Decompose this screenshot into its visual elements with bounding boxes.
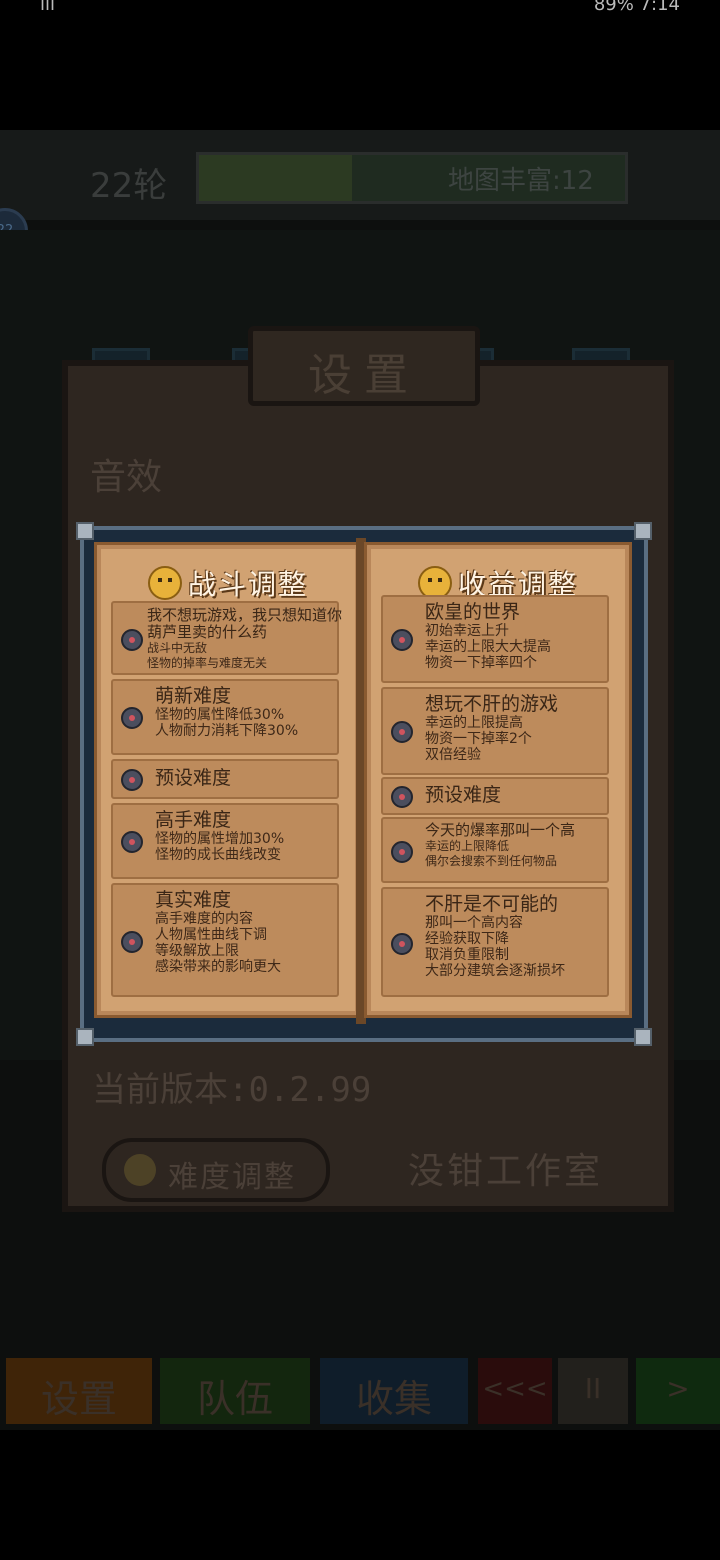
sound-effects-label: 音效 — [90, 457, 163, 498]
difficulty-book: 战斗调整 我不想玩游戏，我只想知道你葫芦里卖的什么药 战斗中无敌 怪物的掉率与难… — [76, 522, 652, 1046]
option-desc: 大部分建筑会逐渐损坏 — [425, 963, 565, 979]
option-title: 欧皇的世界 — [425, 601, 521, 623]
option-radio-icon — [391, 629, 413, 651]
option-title: 今天的爆率那叫一个高 — [425, 821, 576, 839]
play-icon: > — [666, 1372, 690, 1405]
nav-collect-label: 收集 — [355, 1377, 432, 1421]
option-lucky-world[interactable]: 欧皇的世界 初始幸运上升 幸运的上限大大提高 物资一下掉率四个 — [381, 595, 609, 683]
pause-button[interactable]: II — [558, 1358, 628, 1424]
combat-adjust-title: 战斗调整 — [187, 568, 308, 601]
nav-settings-button[interactable]: 设置 — [6, 1358, 152, 1424]
option-radio-icon — [391, 933, 413, 955]
option-title: 高手难度 — [155, 809, 232, 831]
option-expert[interactable]: 高手难度 怪物的属性增加30% 怪物的成长曲线改变 — [111, 803, 339, 879]
option-invincible[interactable]: 我不想玩游戏，我只想知道你葫芦里卖的什么药 战斗中无敌 怪物的掉率与难度无关 — [111, 601, 342, 675]
option-radio-icon — [391, 841, 413, 863]
option-desc: 幸运的上限大大提高 — [425, 639, 551, 655]
option-casual[interactable]: 想玩不肝的游戏 幸运的上限提高 物资一下掉率2个 双倍经验 — [381, 687, 609, 775]
option-desc: 人物属性曲线下调 — [155, 927, 267, 943]
hud-bar: 22轮 地图丰富:12 — [0, 130, 720, 220]
combat-adjust-header: 战斗调整 — [97, 563, 359, 603]
option-desc: 战斗中无敌 — [147, 641, 208, 655]
battery-time: 89% 7:14 — [593, 0, 680, 15]
option-title: 萌新难度 — [155, 685, 232, 707]
option-desc: 感染带来的影响更大 — [155, 959, 281, 975]
difficulty-adjust-button[interactable]: 难度调整 — [102, 1138, 330, 1202]
option-desc: 人物耐力消耗下降30% — [155, 723, 299, 739]
option-title: 预设难度 — [155, 767, 232, 789]
option-desc: 物资一下掉率四个 — [425, 655, 537, 671]
nav-team-button[interactable]: 队伍 — [160, 1358, 310, 1424]
option-radio-icon — [121, 931, 143, 953]
option-desc: 高手难度的内容 — [155, 911, 253, 927]
richness-label: 地图丰富:12 — [448, 166, 594, 196]
settings-title: 设置 — [308, 350, 420, 401]
nav-team-label: 队伍 — [196, 1377, 273, 1421]
option-desc: 双倍经验 — [425, 747, 481, 763]
option-realistic[interactable]: 真实难度 高手难度的内容 人物属性曲线下调 等级解放上限 感染带来的影响更大 — [111, 883, 339, 997]
option-desc: 怪物的成长曲线改变 — [155, 847, 281, 863]
play-button[interactable]: > — [636, 1358, 720, 1424]
option-radio-icon — [391, 721, 413, 743]
rewind-button[interactable]: <<< — [478, 1358, 552, 1424]
status-bar: ıll 89% 7:14 — [0, 0, 720, 20]
option-desc: 取消负重限制 — [425, 947, 509, 963]
option-desc: 那叫一个高内容 — [425, 915, 523, 931]
nav-collect-button[interactable]: 收集 — [320, 1358, 468, 1424]
corner-rivet — [76, 1028, 94, 1046]
option-radio-icon — [121, 831, 143, 853]
option-desc: 等级解放上限 — [155, 943, 239, 959]
signal-indicator: ıll — [40, 0, 56, 15]
option-newbie[interactable]: 萌新难度 怪物的属性降低30% 人物耐力消耗下降30% — [111, 679, 339, 755]
option-desc: 幸运的上限提高 — [425, 715, 523, 731]
option-title: 我不想玩游戏，我只想知道你葫芦里卖的什么药 — [147, 606, 343, 641]
option-desc: 物资一下掉率2个 — [425, 731, 532, 747]
corner-rivet — [76, 522, 94, 540]
smiley-icon — [124, 1154, 156, 1186]
corner-rivet — [634, 522, 652, 540]
studio-name: 没钳工作室 — [408, 1151, 604, 1192]
option-hardcore[interactable]: 不肝是不可能的 那叫一个高内容 经验获取下降 取消负重限制 大部分建筑会逐渐损坏 — [381, 887, 609, 997]
combat-adjust-page: 战斗调整 我不想玩游戏，我只想知道你葫芦里卖的什么药 战斗中无敌 怪物的掉率与难… — [94, 542, 362, 1018]
difficulty-adjust-label: 难度调整 — [168, 1160, 296, 1195]
option-desc: 怪物的掉率与难度无关 — [147, 656, 268, 670]
grimace-emoji-icon — [147, 566, 182, 600]
option-title: 不肝是不可能的 — [425, 893, 559, 915]
option-preset[interactable]: 预设难度 — [111, 759, 339, 799]
option-preset-income[interactable]: 预设难度 — [381, 777, 609, 815]
round-counter: 22轮 — [90, 166, 168, 206]
option-desc: 初始幸运上升 — [425, 623, 509, 639]
option-title: 预设难度 — [425, 784, 502, 806]
option-title: 想玩不肝的游戏 — [425, 693, 559, 715]
option-radio-icon — [121, 629, 143, 651]
pause-icon: II — [584, 1372, 602, 1405]
option-desc: 怪物的属性增加30% — [155, 831, 285, 847]
version-label: 当前版本:0.2.99 — [92, 1070, 372, 1110]
option-radio-icon — [121, 707, 143, 729]
rewind-icon: <<< — [482, 1374, 548, 1404]
income-adjust-page: 收益调整 欧皇的世界 初始幸运上升 幸运的上限大大提高 物资一下掉率四个 想玩不… — [364, 542, 632, 1018]
option-desc: 怪物的属性降低30% — [155, 707, 285, 723]
option-radio-icon — [121, 769, 143, 791]
option-desc: 偶尔会搜索不到任何物品 — [425, 854, 558, 868]
nav-settings-label: 设置 — [40, 1377, 117, 1421]
settings-title-plate: 设置 — [248, 326, 480, 406]
option-desc: 幸运的上限降低 — [425, 839, 510, 853]
option-high-droprate[interactable]: 今天的爆率那叫一个高 幸运的上限降低 偶尔会搜索不到任何物品 — [381, 817, 609, 883]
corner-rivet — [634, 1028, 652, 1046]
option-title: 真实难度 — [155, 889, 232, 911]
option-desc: 经验获取下降 — [425, 931, 509, 947]
option-radio-icon — [391, 786, 413, 808]
